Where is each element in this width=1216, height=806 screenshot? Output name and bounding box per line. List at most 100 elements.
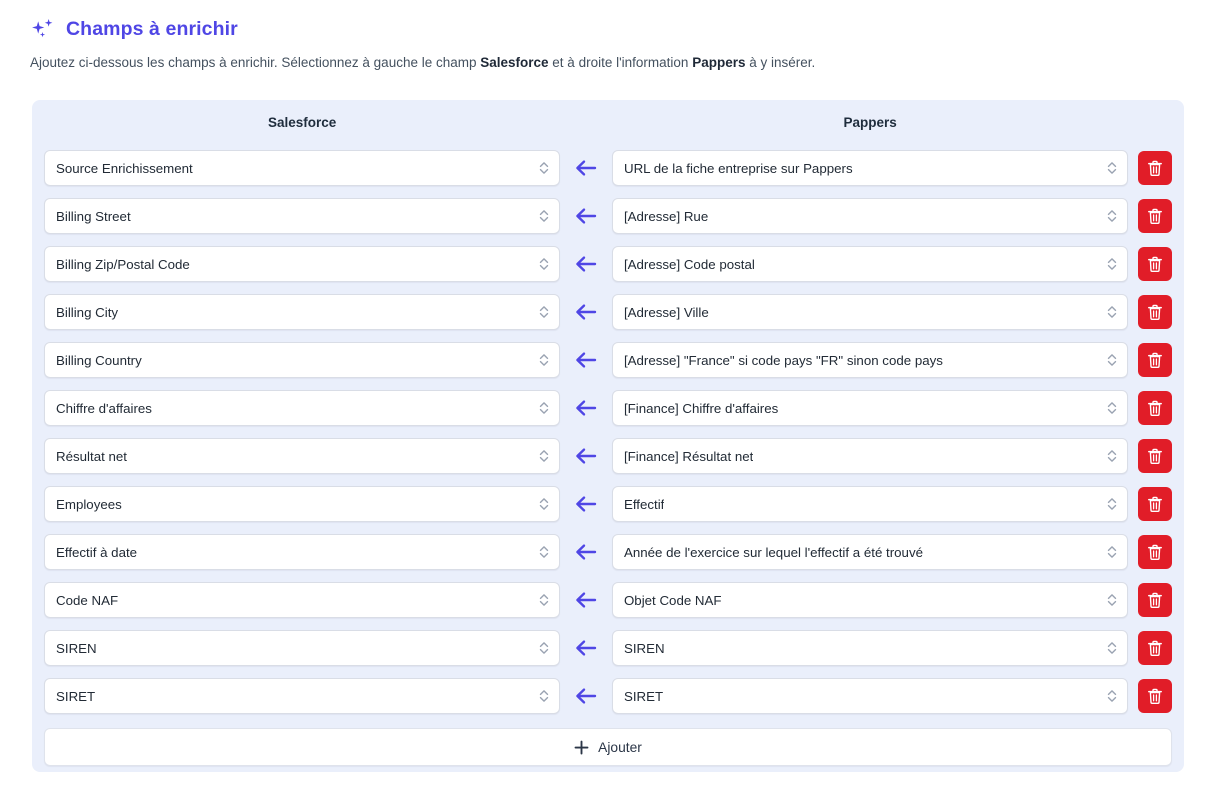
delete-row-button[interactable] — [1138, 247, 1172, 281]
salesforce-field-value: Code NAF — [56, 592, 119, 608]
salesforce-field-value: SIRET — [56, 688, 96, 704]
row-actions — [1128, 199, 1172, 233]
delete-row-button[interactable] — [1138, 583, 1172, 617]
page-title: Champs à enrichir — [66, 18, 238, 41]
salesforce-field-select[interactable]: Source Enrichissement — [44, 150, 561, 186]
pappers-field-select[interactable]: [Adresse] "France" si code pays "FR" sin… — [611, 342, 1129, 378]
salesforce-field-select[interactable]: Billing Country — [44, 342, 561, 378]
pappers-field-select[interactable]: [Adresse] Rue — [611, 198, 1129, 234]
pappers-field-value: URL de la fiche entreprise sur Pappers — [623, 160, 853, 176]
arrow-left-icon — [576, 544, 597, 560]
delete-row-button[interactable] — [1138, 535, 1172, 569]
subtitle-text-1: Ajoutez ci-dessous les champs à enrichir… — [30, 55, 481, 70]
salesforce-field-select[interactable]: Résultat net — [44, 438, 561, 474]
pappers-field-select[interactable]: Objet Code NAF — [611, 582, 1129, 618]
table-row: Billing Country [Adresse] "France" si co… — [44, 336, 1172, 384]
salesforce-field-select[interactable]: SIREN — [44, 630, 561, 666]
trash-icon — [1148, 400, 1162, 416]
mapping-direction-indicator — [560, 542, 612, 562]
trash-icon — [1148, 448, 1162, 464]
salesforce-field-select[interactable]: Chiffre d'affaires — [44, 390, 561, 426]
chevron-updown-icon — [540, 690, 549, 702]
salesforce-field-value: Effectif à date — [56, 544, 138, 560]
arrow-left-icon — [576, 256, 597, 272]
pappers-field-select[interactable]: [Adresse] Code postal — [611, 246, 1129, 282]
chevron-updown-icon — [540, 498, 549, 510]
mapping-direction-indicator — [560, 398, 612, 418]
chevron-updown-icon — [540, 402, 549, 414]
column-headers: Salesforce Pappers — [32, 100, 1184, 144]
delete-row-button[interactable] — [1138, 151, 1172, 185]
salesforce-field-value: Billing Country — [56, 352, 142, 368]
row-actions — [1128, 295, 1172, 329]
delete-row-button[interactable] — [1138, 631, 1172, 665]
delete-row-button[interactable] — [1138, 343, 1172, 377]
pappers-field-value: [Adresse] Rue — [623, 208, 709, 224]
arrow-left-icon — [576, 400, 597, 416]
table-row: SIREN SIREN — [44, 624, 1172, 672]
salesforce-field-select[interactable]: Billing Street — [44, 198, 561, 234]
chevron-updown-icon — [1108, 402, 1117, 414]
salesforce-field-value: Billing Street — [56, 208, 131, 224]
mapping-panel: Salesforce Pappers Source Enrichissement… — [32, 100, 1184, 772]
chevron-updown-icon — [540, 162, 549, 174]
trash-icon — [1148, 592, 1162, 608]
chevron-updown-icon — [1108, 498, 1117, 510]
salesforce-field-select[interactable]: Employees — [44, 486, 561, 522]
table-row: Effectif à date Année de l'exercice sur … — [44, 528, 1172, 576]
chevron-updown-icon — [1108, 210, 1117, 222]
salesforce-field-select[interactable]: SIRET — [44, 678, 561, 714]
salesforce-field-value: Employees — [56, 496, 122, 512]
chevron-updown-icon — [1108, 546, 1117, 558]
pappers-field-select[interactable]: Année de l'exercice sur lequel l'effecti… — [611, 534, 1129, 570]
mapping-direction-indicator — [560, 350, 612, 370]
salesforce-field-select[interactable]: Code NAF — [44, 582, 561, 618]
delete-row-button[interactable] — [1138, 679, 1172, 713]
pappers-field-select[interactable]: SIRET — [611, 678, 1129, 714]
sparkles-icon — [32, 19, 53, 38]
mapping-direction-indicator — [560, 254, 612, 274]
pappers-field-value: SIREN — [623, 640, 665, 656]
row-actions — [1128, 679, 1172, 713]
pappers-field-select[interactable]: [Finance] Chiffre d'affaires — [611, 390, 1129, 426]
delete-row-button[interactable] — [1138, 199, 1172, 233]
chevron-updown-icon — [1108, 354, 1117, 366]
salesforce-field-select[interactable]: Billing Zip/Postal Code — [44, 246, 561, 282]
salesforce-field-value: Source Enrichissement — [56, 160, 193, 176]
pappers-field-value: Effectif — [623, 496, 665, 512]
subtitle-text-3: à y insérer. — [745, 55, 816, 70]
arrow-left-icon — [576, 448, 597, 464]
table-row: Billing City [Adresse] Ville — [44, 288, 1172, 336]
pappers-field-select[interactable]: Effectif — [611, 486, 1129, 522]
chevron-updown-icon — [540, 546, 549, 558]
pappers-field-select[interactable]: SIREN — [611, 630, 1129, 666]
arrow-left-icon — [576, 208, 597, 224]
pappers-field-select[interactable]: [Finance] Résultat net — [611, 438, 1129, 474]
add-field-label: Ajouter — [598, 739, 642, 755]
pappers-field-select[interactable]: [Adresse] Ville — [611, 294, 1129, 330]
row-actions — [1128, 439, 1172, 473]
delete-row-button[interactable] — [1138, 391, 1172, 425]
enrichment-fields-page: Champs à enrichir Ajoutez ci-dessous les… — [0, 0, 1216, 806]
row-actions — [1128, 583, 1172, 617]
arrow-left-icon — [576, 304, 597, 320]
chevron-updown-icon — [540, 642, 549, 654]
pappers-field-value: [Finance] Résultat net — [623, 448, 754, 464]
page-subtitle: Ajoutez ci-dessous les champs à enrichir… — [0, 46, 1216, 72]
delete-row-button[interactable] — [1138, 487, 1172, 521]
chevron-updown-icon — [1108, 642, 1117, 654]
column-header-pappers: Pappers — [843, 114, 897, 130]
delete-row-button[interactable] — [1138, 295, 1172, 329]
salesforce-field-select[interactable]: Billing City — [44, 294, 561, 330]
pappers-field-select[interactable]: URL de la fiche entreprise sur Pappers — [611, 150, 1129, 186]
chevron-updown-icon — [1108, 450, 1117, 462]
delete-row-button[interactable] — [1138, 439, 1172, 473]
arrow-left-icon — [576, 592, 597, 608]
add-field-button[interactable]: Ajouter — [44, 728, 1172, 766]
table-row: Employees Effectif — [44, 480, 1172, 528]
trash-icon — [1148, 304, 1162, 320]
salesforce-field-select[interactable]: Effectif à date — [44, 534, 561, 570]
pappers-field-value: [Adresse] Ville — [623, 304, 709, 320]
salesforce-field-value: Billing Zip/Postal Code — [56, 256, 190, 272]
mapping-direction-indicator — [560, 494, 612, 514]
